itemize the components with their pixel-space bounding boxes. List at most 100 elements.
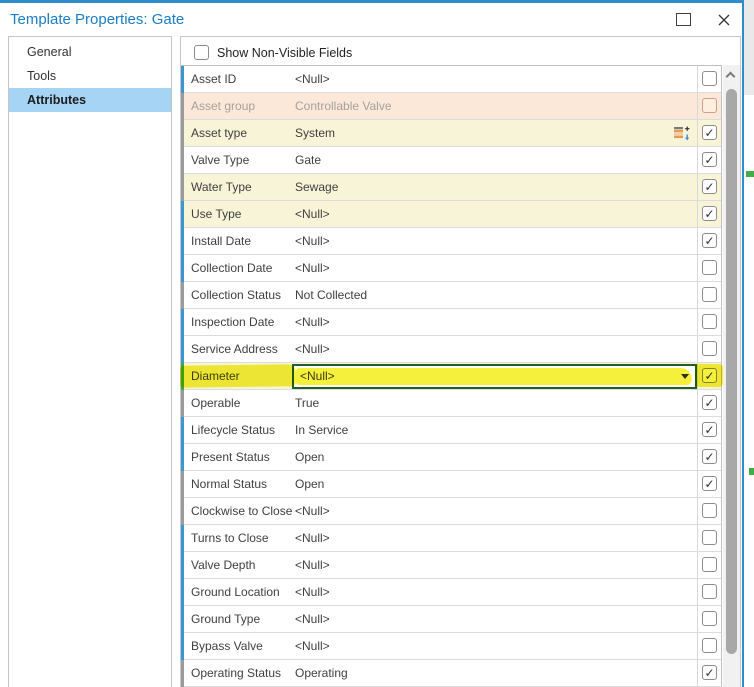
- visibility-cell: [697, 498, 721, 525]
- visibility-cell: ✓: [697, 147, 721, 174]
- field-value: <Null>: [295, 207, 330, 221]
- visibility-checkbox[interactable]: ✓: [702, 422, 717, 437]
- visibility-checkbox[interactable]: [702, 503, 717, 518]
- visibility-checkbox[interactable]: [702, 638, 717, 653]
- visibility-cell: [697, 633, 721, 660]
- field-value: <Null>: [295, 342, 330, 356]
- field-label: Asset ID: [191, 72, 237, 86]
- visibility-checkbox[interactable]: [702, 557, 717, 572]
- background-strip: [744, 0, 754, 687]
- visibility-checkbox[interactable]: [702, 71, 717, 86]
- table-row: Operating Status Operating ✓: [181, 660, 721, 687]
- field-value: <Null>: [295, 261, 330, 275]
- visibility-cell: [697, 579, 721, 606]
- visibility-checkbox[interactable]: [702, 530, 717, 545]
- scrollbar-thumb[interactable]: [726, 89, 737, 654]
- table-row: Collection Status Not Collected: [181, 282, 721, 309]
- visibility-cell: ✓: [697, 201, 721, 228]
- row-accent: [181, 120, 184, 147]
- row-accent: [181, 147, 184, 174]
- visibility-checkbox[interactable]: [702, 314, 717, 329]
- visibility-cell: [697, 525, 721, 552]
- attributes-table: Asset ID <Null> Asset group Controllable Va…: [179, 65, 724, 687]
- field-label: Present Status: [191, 450, 270, 464]
- visibility-checkbox[interactable]: [702, 584, 717, 599]
- field-value: Open: [295, 450, 325, 464]
- field-label: Bypass Valve: [191, 639, 263, 653]
- field-value: <Null>: [295, 585, 330, 599]
- field-label: Turns to Close: [191, 531, 269, 545]
- field-label: Operable: [191, 396, 241, 410]
- row-accent: [181, 390, 184, 417]
- field-value: In Service: [295, 423, 349, 437]
- close-icon: [716, 12, 732, 28]
- row-accent: [181, 309, 184, 336]
- table-row: Water Type Sewage ✓: [181, 174, 721, 201]
- row-accent: [181, 606, 184, 633]
- maximize-button[interactable]: [676, 13, 691, 26]
- visibility-checkbox[interactable]: [702, 287, 717, 302]
- visibility-checkbox[interactable]: [702, 341, 717, 356]
- visibility-checkbox[interactable]: ✓: [702, 152, 717, 167]
- visibility-cell: [697, 93, 721, 120]
- visibility-cell: ✓: [697, 120, 721, 147]
- table-row: Lifecycle Status In Service ✓: [181, 417, 721, 444]
- field-label: Normal Status: [191, 477, 268, 491]
- visibility-checkbox[interactable]: ✓: [702, 179, 717, 194]
- field-value: <Null>: [295, 531, 330, 545]
- visibility-checkbox[interactable]: ✓: [702, 368, 717, 383]
- field-value: True: [295, 396, 320, 410]
- visibility-checkbox[interactable]: [702, 98, 717, 113]
- row-accent: [181, 633, 184, 660]
- visibility-checkbox[interactable]: ✓: [702, 476, 717, 491]
- visibility-checkbox[interactable]: ✓: [702, 449, 717, 464]
- title-bar: Template Properties: Gate: [0, 6, 742, 36]
- visibility-checkbox[interactable]: [702, 611, 717, 626]
- sidebar-item-tools[interactable]: Tools: [9, 64, 171, 88]
- field-value: Controllable Valve: [295, 99, 392, 113]
- visibility-cell: ✓: [697, 417, 721, 444]
- row-accent: [181, 255, 184, 282]
- show-non-visible-fields-row: Show Non-Visible Fields: [181, 37, 740, 65]
- add-attribute-icon[interactable]: [673, 125, 690, 142]
- field-value: System: [295, 126, 336, 140]
- highlighter-stroke: [295, 368, 693, 385]
- field-label: Ground Location: [191, 585, 280, 599]
- field-value: <Null>: [295, 612, 330, 626]
- chevron-down-icon[interactable]: [681, 374, 689, 379]
- field-value: <Null>: [295, 234, 330, 248]
- row-accent: [181, 444, 184, 471]
- vertical-scrollbar[interactable]: [723, 65, 740, 687]
- combobox-value: <Null>: [300, 369, 335, 383]
- row-accent: [181, 228, 184, 255]
- visibility-cell: [697, 255, 721, 282]
- sidebar-item-general[interactable]: General: [9, 40, 171, 64]
- diameter-combobox[interactable]: <Null>: [292, 364, 697, 389]
- table-row: Install Date <Null> ✓: [181, 228, 721, 255]
- table-row: Clockwise to Close <Null>: [181, 498, 721, 525]
- visibility-cell: [697, 282, 721, 309]
- visibility-checkbox[interactable]: ✓: [702, 395, 717, 410]
- visibility-cell: ✓: [697, 390, 721, 417]
- screenshot-stage: Template Properties: Gate General Tools …: [0, 0, 754, 687]
- scroll-up-icon[interactable]: [725, 71, 736, 82]
- row-accent: [181, 174, 184, 201]
- close-button[interactable]: [716, 12, 732, 28]
- template-properties-dialog: Template Properties: Gate General Tools …: [0, 0, 744, 687]
- visibility-cell: [697, 336, 721, 363]
- field-value: Sewage: [295, 180, 339, 194]
- visibility-checkbox[interactable]: ✓: [702, 233, 717, 248]
- visibility-checkbox[interactable]: ✓: [702, 665, 717, 680]
- field-label: Asset group: [191, 99, 256, 113]
- table-row: Asset group Controllable Valve: [181, 93, 721, 120]
- field-label: Collection Status: [191, 288, 282, 302]
- visibility-checkbox[interactable]: [702, 260, 717, 275]
- visibility-cell: ✓: [697, 471, 721, 498]
- sidebar-item-attributes[interactable]: Attributes: [9, 88, 171, 112]
- field-value: <Null>: [295, 315, 330, 329]
- sidebar: General Tools Attributes: [8, 36, 172, 687]
- visibility-checkbox[interactable]: ✓: [702, 206, 717, 221]
- show-non-visible-fields-checkbox[interactable]: [194, 45, 209, 60]
- visibility-cell: [697, 606, 721, 633]
- visibility-checkbox[interactable]: ✓: [702, 125, 717, 140]
